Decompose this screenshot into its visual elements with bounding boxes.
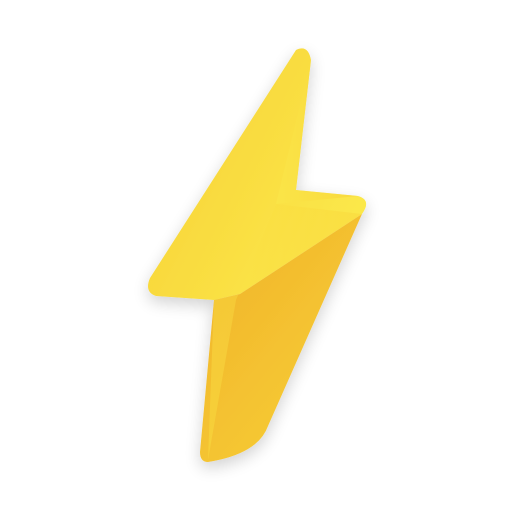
bolt-group <box>148 48 367 462</box>
lightning-bolt-icon <box>148 48 367 462</box>
icon-canvas <box>0 0 512 512</box>
